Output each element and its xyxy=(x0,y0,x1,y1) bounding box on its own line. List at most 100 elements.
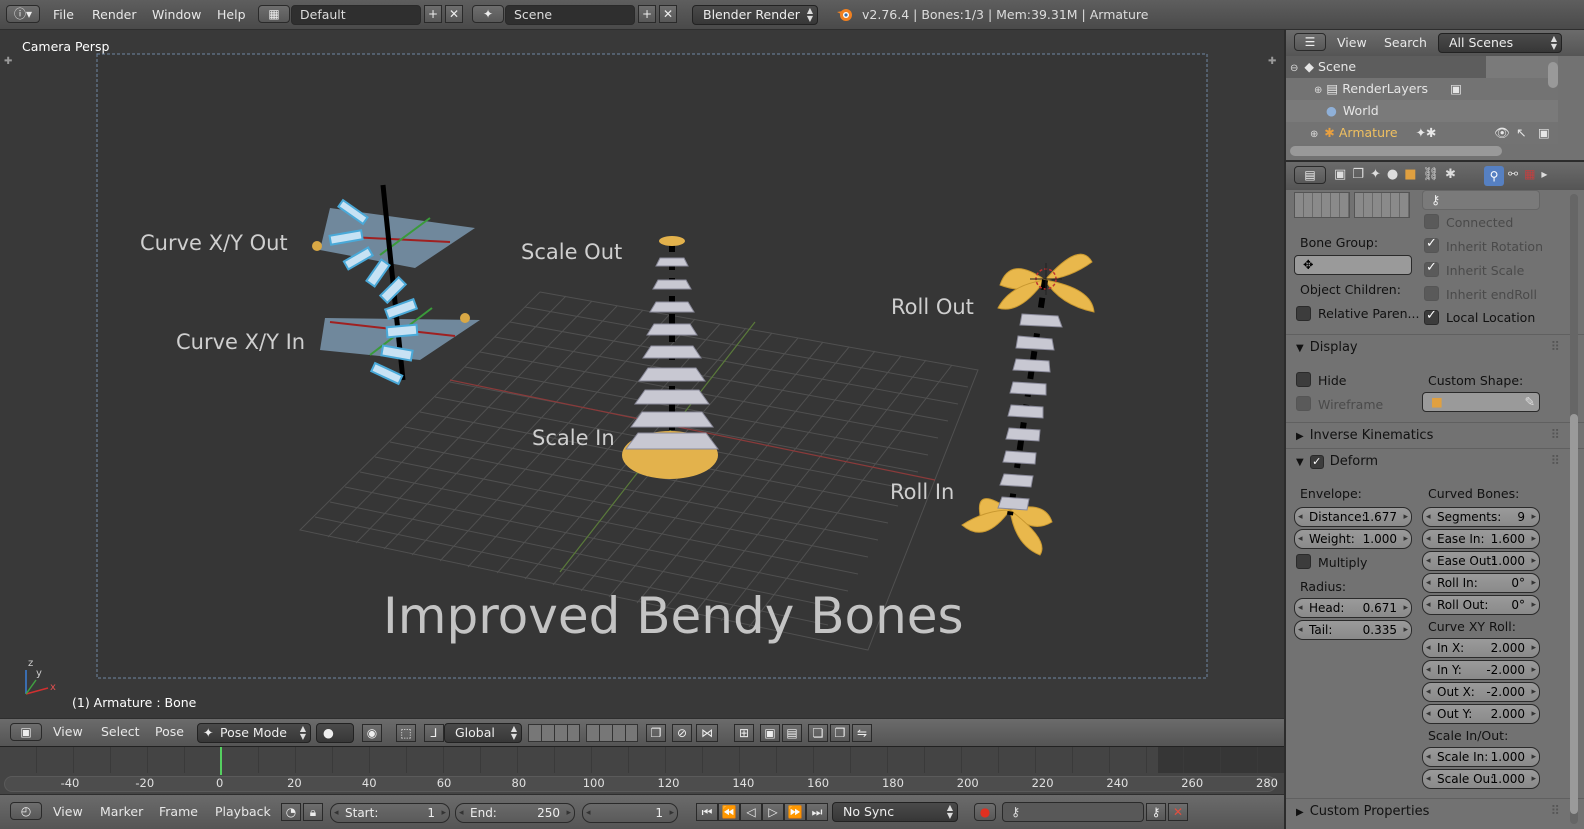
corner-handle-icon[interactable]: ✚ xyxy=(1268,56,1276,67)
in-x-field[interactable]: In X: 2.000 xyxy=(1422,638,1540,658)
outliner-hscrollbar[interactable] xyxy=(1290,146,1502,156)
layout-browse-button[interactable]: ▦ xyxy=(258,5,290,23)
menu-file[interactable]: File xyxy=(53,0,74,30)
display-panel-header[interactable]: ▼ Display ⠿ xyxy=(1286,334,1584,360)
delete-scene-button[interactable]: ✕ xyxy=(659,5,677,23)
menu-window[interactable]: Window xyxy=(152,0,201,30)
object-tab-icon[interactable]: ■ xyxy=(1404,167,1422,182)
copy-pose-button[interactable]: ❏ xyxy=(808,724,828,742)
snap-button[interactable]: ⋈ xyxy=(696,724,718,742)
snap-target-button[interactable]: ⊞ xyxy=(734,724,754,742)
start-frame-field[interactable]: Start: 1 xyxy=(330,803,450,823)
local-location-checkbox[interactable] xyxy=(1424,308,1439,325)
outliner-item-world[interactable]: ● World xyxy=(1326,100,1379,122)
menu-view[interactable]: View xyxy=(53,718,83,746)
deform-checkbox[interactable]: ✓ xyxy=(1309,454,1324,469)
layout-name-field[interactable]: Default xyxy=(291,5,421,25)
inherit-endroll-checkbox[interactable] xyxy=(1424,286,1439,301)
paste-flipped-button[interactable]: ⇋ xyxy=(852,724,872,742)
multiply-checkbox[interactable] xyxy=(1296,554,1311,569)
render-engine-dropdown[interactable]: Blender Render ▲ ▼ xyxy=(692,5,818,25)
lock-range-button[interactable]: 🔒︎ xyxy=(303,803,323,821)
layers-tab-icon[interactable]: ❐ xyxy=(1352,167,1370,182)
outliner-item-renderlayers[interactable]: ⊕ ▤ RenderLayers ▣ xyxy=(1314,78,1462,100)
layer-buttons[interactable] xyxy=(586,724,638,742)
paste-pose-button[interactable]: ❐ xyxy=(830,724,850,742)
play-button[interactable]: ▷ xyxy=(762,803,784,821)
more-tab-icon[interactable]: ▸ xyxy=(1541,167,1553,181)
shading-dropdown[interactable]: ● xyxy=(316,723,354,743)
delete-keyframe-button[interactable]: ✕ xyxy=(1168,803,1188,821)
out-x-field[interactable]: Out X: -2.000 xyxy=(1422,682,1540,702)
head-radius-field[interactable]: Head: 0.671 xyxy=(1294,598,1412,618)
properties-scrollbar[interactable] xyxy=(1570,194,1578,824)
keying-set-field[interactable]: ⚷ xyxy=(1002,802,1144,822)
insert-keyframe-button[interactable]: ⚷ xyxy=(1146,803,1166,821)
grip-icon[interactable]: ⠿ xyxy=(1550,449,1560,475)
ease-in-field[interactable]: Ease In: 1.600 xyxy=(1422,529,1540,549)
outliner-item-scene[interactable]: ⊖ ◆ Scene xyxy=(1286,56,1486,78)
lock-layer-button[interactable]: ❐ xyxy=(646,724,666,742)
camera-icon[interactable]: ▣ xyxy=(1538,122,1550,144)
outliner-item-armature[interactable]: ⊕ ✱ Armature ✦✱ 👁︎ ↖ ▣ xyxy=(1310,122,1558,144)
distance-field[interactable]: Distance:1.677 xyxy=(1294,507,1412,527)
play-reverse-button[interactable]: ◁ xyxy=(740,803,762,821)
relative-parent-checkbox[interactable] xyxy=(1296,306,1311,321)
record-button[interactable]: ● xyxy=(974,803,996,821)
properties-scroll-thumb[interactable] xyxy=(1570,414,1578,814)
menu-view[interactable]: View xyxy=(53,795,83,829)
menu-marker[interactable]: Marker xyxy=(100,795,143,829)
deform-panel-header[interactable]: ▼ ✓ Deform ⠿ xyxy=(1286,448,1584,474)
timeline-editor-type-button[interactable]: ◴ xyxy=(10,802,42,820)
orientation-dropdown[interactable]: Global ▲ ▼ xyxy=(444,723,522,743)
menu-render[interactable]: Render xyxy=(92,0,137,30)
wireframe-checkbox[interactable] xyxy=(1296,396,1311,411)
scale-out-field[interactable]: Scale Ou:1.000 xyxy=(1422,769,1540,789)
bone-constraint-tab-icon[interactable]: ⚯ xyxy=(1508,167,1524,181)
ik-panel-header[interactable]: ▶ Inverse Kinematics ⠿ xyxy=(1286,422,1584,448)
grip-icon[interactable]: ⠿ xyxy=(1550,335,1560,361)
in-y-field[interactable]: In Y: -2.000 xyxy=(1422,660,1540,680)
outliner-scrollbar[interactable] xyxy=(1548,62,1558,88)
properties-editor-type-button[interactable]: ▤ xyxy=(1294,166,1326,184)
menu-search[interactable]: Search xyxy=(1384,30,1427,56)
jump-start-button[interactable]: ⏮ xyxy=(696,803,718,821)
render-tab-icon[interactable]: ▣ xyxy=(1334,167,1352,182)
inherit-scale-checkbox[interactable] xyxy=(1424,260,1439,277)
cursor-icon[interactable]: ↖ xyxy=(1516,122,1526,144)
inherit-rotation-checkbox[interactable] xyxy=(1424,236,1439,253)
preview-range-button[interactable]: ◔ xyxy=(281,803,301,821)
grip-icon[interactable]: ⠿ xyxy=(1550,799,1560,825)
context-tabs-more[interactable]: ⚯▦▸ xyxy=(1508,167,1553,181)
grip-icon[interactable]: ⠿ xyxy=(1550,423,1560,449)
scene-browse-button[interactable]: ✦ xyxy=(472,5,504,23)
end-frame-field[interactable]: End: 250 xyxy=(455,803,575,823)
weight-field[interactable]: Weight: 1.000 xyxy=(1294,529,1412,549)
timeline-scrollbar[interactable] xyxy=(4,776,1276,792)
jump-end-button[interactable]: ⏭ xyxy=(806,803,828,821)
scene-name-field[interactable]: Scene xyxy=(505,5,635,25)
current-frame-field[interactable]: 1 xyxy=(582,803,678,823)
corner-handle-icon[interactable]: ✚ xyxy=(4,56,12,67)
bone-layers-grid[interactable] xyxy=(1354,192,1410,218)
connected-checkbox[interactable] xyxy=(1424,214,1439,229)
roll-in-field[interactable]: Roll In: 0° xyxy=(1422,573,1540,593)
custom-shape-field[interactable]: ■ ✎ xyxy=(1422,392,1540,412)
current-frame-indicator[interactable] xyxy=(220,747,222,775)
display-mode-dropdown[interactable]: All Scenes ▲ ▼ xyxy=(1438,33,1562,53)
3d-viewport[interactable]: Camera Persp Curve X/Y Out Curve X/Y In … xyxy=(0,30,1284,718)
parent-field[interactable]: ⚷ xyxy=(1422,190,1540,210)
next-keyframe-button[interactable]: ⏩ xyxy=(784,803,806,821)
menu-frame[interactable]: Frame xyxy=(159,795,198,829)
menu-view[interactable]: View xyxy=(1337,30,1367,56)
segments-field[interactable]: Segments: 9 xyxy=(1422,507,1540,527)
transform-button[interactable]: ⅃ xyxy=(424,724,444,742)
pivot-button[interactable]: ◉ xyxy=(362,724,382,742)
info-editor-type-button[interactable]: ⓘ▾ xyxy=(6,5,40,23)
scale-in-field[interactable]: Scale In:1.000 xyxy=(1422,747,1540,767)
menu-help[interactable]: Help xyxy=(217,0,246,30)
tail-radius-field[interactable]: Tail: 0.335 xyxy=(1294,620,1412,640)
hide-checkbox[interactable] xyxy=(1296,372,1311,387)
custom-properties-header[interactable]: ▶ Custom Properties ⠿ xyxy=(1286,798,1584,824)
manipulator-button[interactable]: ⬚ xyxy=(396,724,416,742)
